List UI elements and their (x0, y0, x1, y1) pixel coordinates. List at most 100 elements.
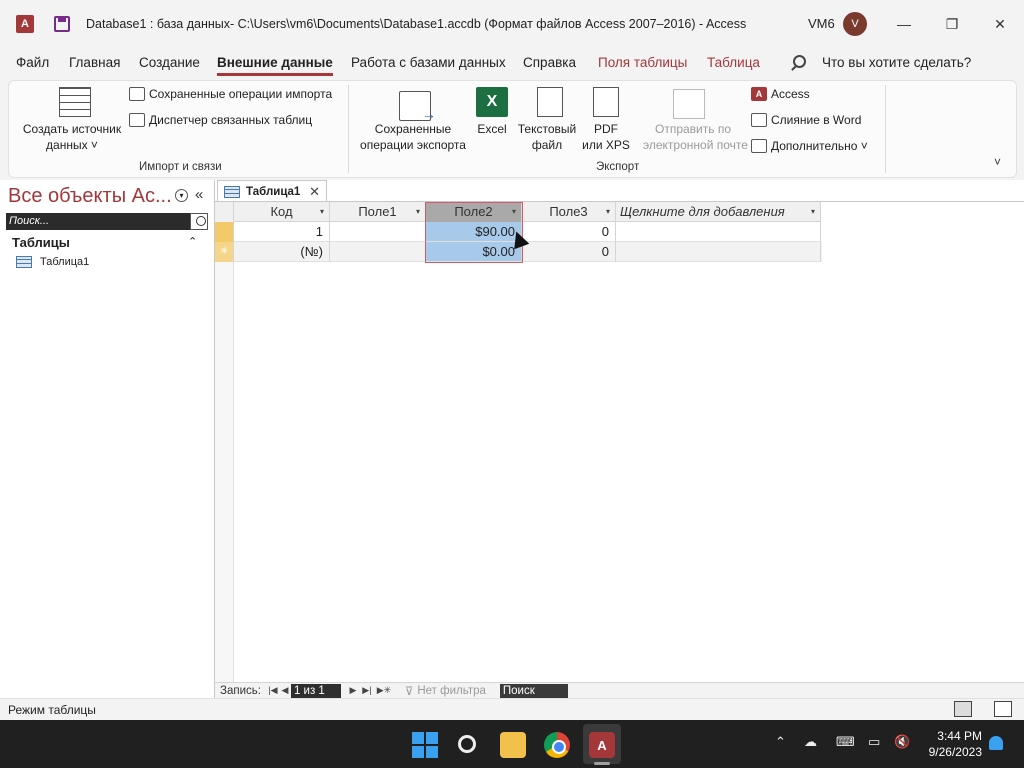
network-icon[interactable]: ▭ (868, 734, 880, 750)
export-email-button: Отправить по электронной почте (643, 122, 748, 152)
file-explorer-icon[interactable] (500, 732, 526, 758)
table-cell[interactable] (616, 222, 821, 242)
next-record-button[interactable]: ▶ (347, 685, 359, 696)
column-header-kod[interactable]: Код ▾ (234, 202, 330, 222)
access-app-icon[interactable]: A (16, 15, 34, 33)
table-cell[interactable] (330, 242, 426, 262)
first-record-button[interactable]: |◀ (267, 685, 279, 696)
more-export-button[interactable]: Дополнительно ˅ (751, 139, 868, 153)
tab-file[interactable]: Файл (16, 55, 49, 70)
column-filter-icon[interactable]: ▾ (512, 202, 516, 222)
table-cell[interactable] (330, 222, 426, 242)
column-filter-icon[interactable]: ▾ (811, 202, 815, 222)
collapse-ribbon-button[interactable]: ˅ (994, 155, 1001, 169)
restore-button[interactable]: ❐ (940, 12, 964, 36)
tab-create[interactable]: Создание (139, 55, 200, 70)
record-selector[interactable] (215, 222, 234, 242)
document-tab-table1[interactable]: Таблица1 ✕ (217, 180, 327, 202)
tab-table[interactable]: Таблица (707, 55, 760, 70)
column-filter-icon[interactable]: ▾ (320, 202, 324, 222)
table-cell[interactable] (616, 242, 821, 262)
access-icon: A (751, 87, 767, 101)
group-collapse-icon[interactable]: ⌃ (188, 235, 197, 248)
table-cell[interactable]: $90.00 (426, 222, 522, 242)
taskbar-search-icon[interactable] (458, 735, 476, 753)
start-icon[interactable] (412, 732, 438, 758)
filter-status[interactable]: ⊽ Нет фильтра (405, 684, 486, 698)
word-merge-button[interactable]: Слияние в Word (751, 113, 861, 127)
export-excel-button[interactable]: Excel (471, 121, 513, 137)
new-data-source-button[interactable]: Создать источник данных ˅ (22, 121, 122, 153)
tell-me-search[interactable]: Что вы хотите сделать? (822, 55, 971, 70)
nav-search-icon[interactable] (190, 213, 208, 230)
search-icon[interactable] (793, 55, 806, 68)
nav-item-table1[interactable]: Таблица1 (16, 256, 89, 268)
tab-home[interactable]: Главная (69, 55, 120, 70)
saved-exports-button[interactable]: Сохраненные операции экспорта (357, 121, 469, 153)
column-header-pole2[interactable]: Поле2 ▾ (426, 202, 522, 222)
tab-table-fields[interactable]: Поля таблицы (598, 55, 687, 70)
excel-icon[interactable]: X (476, 87, 508, 117)
ribbon-tabs: Файл Главная Создание Внешние данные Раб… (0, 50, 1024, 78)
minimize-button[interactable]: — (892, 12, 916, 36)
keyboard-icon[interactable]: ⌨ (836, 734, 855, 750)
table-cell[interactable]: $0.00 (426, 242, 522, 262)
view-mode-text: Режим таблицы (8, 703, 96, 717)
table-cell[interactable]: (№) (234, 242, 330, 262)
saved-exports-icon[interactable] (399, 91, 436, 122)
nav-group-tables[interactable]: Таблицы (12, 235, 70, 250)
select-all-button[interactable] (215, 202, 234, 222)
more-export-icon (751, 139, 767, 153)
table-cell[interactable]: 1 (234, 222, 330, 242)
export-group-label: Экспорт (596, 161, 640, 173)
access-taskbar-icon[interactable]: A (589, 732, 615, 758)
avatar[interactable]: V (843, 12, 867, 36)
tray-overflow-icon[interactable]: ⌃ (775, 734, 786, 750)
saved-imports-button[interactable]: Сохраненные операции импорта (129, 87, 332, 101)
text-file-icon[interactable] (537, 87, 563, 117)
column-filter-icon[interactable]: ▾ (606, 202, 610, 222)
title-bar: A Database1 : база данных- C:\Users\vm6\… (0, 0, 1024, 48)
column-header-pole3[interactable]: Поле3 ▾ (522, 202, 616, 222)
design-view-icon[interactable] (994, 701, 1012, 717)
chrome-icon[interactable] (544, 732, 570, 758)
table-cell[interactable]: 0 (522, 242, 616, 262)
new-record-button[interactable]: ▶✳ (375, 685, 393, 696)
taskbar-clock[interactable]: 3:44 PM 9/26/2023 (920, 728, 982, 760)
linked-table-manager-button[interactable]: Диспетчер связанных таблиц (129, 113, 312, 127)
export-text-file-button[interactable]: Текстовый файл (515, 121, 579, 153)
close-button[interactable]: ✕ (988, 12, 1012, 36)
record-selector[interactable]: ✳ (215, 242, 234, 262)
record-search-input[interactable]: Поиск (499, 683, 568, 698)
tab-help[interactable]: Справка (523, 55, 576, 70)
column-header-click-to-add[interactable]: Щелкните для добавления ▾ (616, 202, 821, 222)
linked-table-manager-icon (129, 113, 145, 127)
new-data-source-icon[interactable] (59, 87, 91, 117)
close-tab-icon[interactable]: ✕ (309, 184, 320, 200)
nav-pane-title[interactable]: Все объекты Ac... (8, 185, 172, 208)
export-pdf-button[interactable]: PDF или XPS (581, 121, 631, 153)
record-label: Запись: (220, 684, 261, 697)
previous-record-button[interactable]: ◀ (279, 685, 291, 696)
user-name[interactable]: VM6 (808, 16, 835, 31)
tab-database-tools[interactable]: Работа с базами данных (351, 55, 506, 70)
save-icon[interactable] (54, 16, 70, 32)
nav-search-input[interactable]: Поиск... (6, 213, 190, 230)
pdf-icon[interactable] (593, 87, 619, 117)
document-tab-label: Таблица1 (246, 185, 301, 198)
new-record-icon: ✳ (220, 246, 229, 257)
column-filter-icon[interactable]: ▾ (416, 202, 420, 222)
volume-icon[interactable]: 🔇 (894, 734, 910, 750)
ribbon-separator (348, 85, 349, 173)
nav-menu-dropdown-icon[interactable]: ▾ (175, 189, 188, 202)
record-position-input[interactable]: 1 из 1 (290, 683, 341, 698)
last-record-button[interactable]: ▶| (359, 685, 375, 696)
notification-icon[interactable] (989, 736, 1003, 750)
column-header-pole1[interactable]: Поле1 ▾ (330, 202, 426, 222)
nav-collapse-icon[interactable]: « (195, 186, 203, 203)
table-cell[interactable]: 0 (522, 222, 616, 242)
onedrive-icon[interactable]: ☁ (804, 734, 817, 750)
datasheet-view-icon[interactable] (954, 701, 972, 717)
export-access-button[interactable]: A Access (751, 87, 810, 101)
tab-external-data[interactable]: Внешние данные (217, 55, 333, 76)
